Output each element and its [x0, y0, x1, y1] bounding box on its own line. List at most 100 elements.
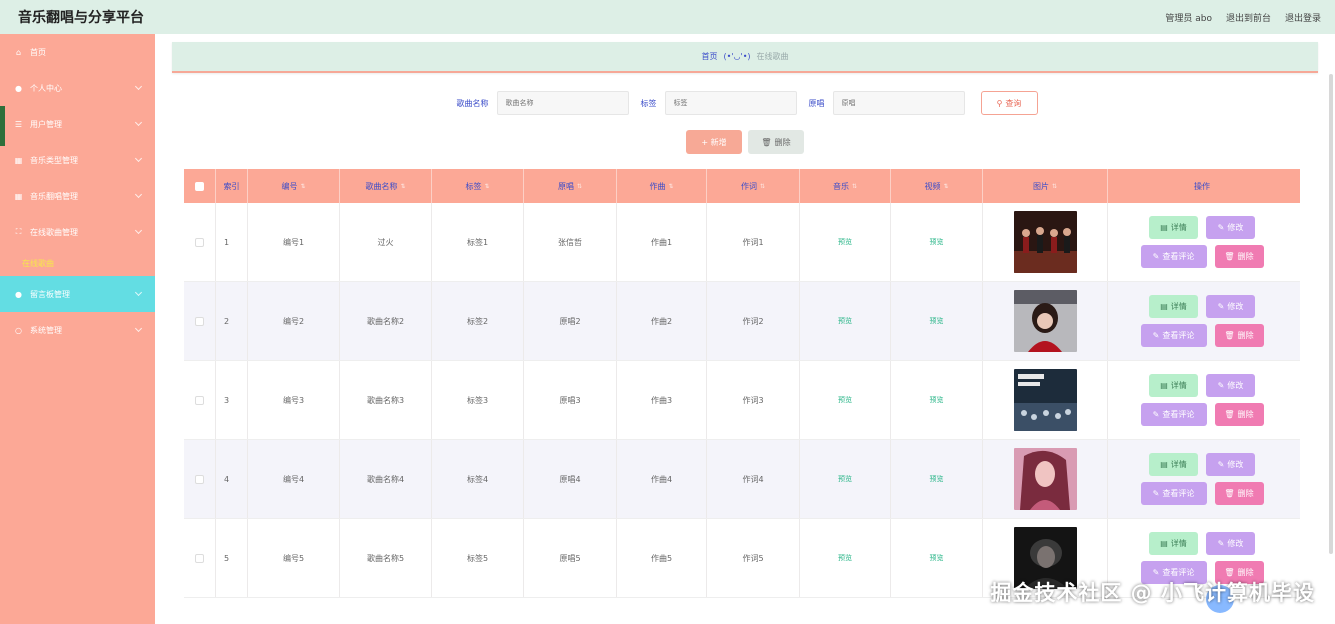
- delete-button[interactable]: 🗑 删除: [1214, 245, 1264, 268]
- trash-icon: 🗑: [1224, 410, 1235, 419]
- column-header[interactable]: 图片 ⇅: [983, 169, 1108, 203]
- sidebar-item-profile[interactable]: ● 个人中心: [0, 70, 155, 106]
- home-icon: ⌂: [15, 47, 22, 57]
- column-header[interactable]: 编号 ⇅: [248, 169, 340, 203]
- row-checkbox[interactable]: [195, 553, 204, 563]
- original-singer-input[interactable]: [832, 91, 965, 115]
- cell-tag: 标签1: [432, 203, 524, 281]
- song-cover-image[interactable]: [1013, 448, 1077, 510]
- column-header[interactable]: 标签 ⇅: [432, 169, 524, 203]
- edit-icon: ✎: [1152, 410, 1160, 419]
- sidebar-item-users[interactable]: ☰ 用户管理: [0, 106, 155, 142]
- video-preview-link[interactable]: 预览: [930, 474, 944, 484]
- music-preview-link[interactable]: 预览: [838, 474, 852, 484]
- row-checkbox[interactable]: [195, 395, 204, 405]
- music-preview-link[interactable]: 预览: [838, 395, 852, 405]
- app-title: 音乐翻唱与分享平台: [18, 10, 144, 26]
- logout-link[interactable]: 退出登录: [1285, 11, 1321, 24]
- view-comments-button[interactable]: ✎ 查看评论: [1140, 482, 1207, 505]
- column-header[interactable]: 作词 ⇅: [707, 169, 800, 203]
- tag-input[interactable]: [664, 91, 797, 115]
- cell-index: 5: [216, 519, 248, 597]
- user-icon: ●: [15, 83, 22, 93]
- edit-icon: ✎: [1152, 568, 1160, 577]
- bulk-delete-button[interactable]: 🗑 删除: [748, 130, 804, 154]
- select-all-checkbox[interactable]: [195, 181, 204, 191]
- column-header[interactable]: 视频 ⇅: [891, 169, 983, 203]
- edit-button[interactable]: ✎ 修改: [1206, 453, 1255, 476]
- song-name-input[interactable]: [496, 91, 629, 115]
- detail-button[interactable]: ▤ 详情: [1149, 374, 1198, 397]
- song-cover-image[interactable]: [1013, 211, 1077, 273]
- detail-button[interactable]: ▤ 详情: [1149, 532, 1198, 555]
- original-singer-label: 原唱: [808, 98, 825, 108]
- edit-button[interactable]: ✎ 修改: [1206, 295, 1255, 318]
- table-row: 1 编号1 过火 标签1 张信哲 作曲1 作词1 预览 预览 ▤ 详情 ✎ 修改…: [184, 203, 1300, 282]
- document-icon: ▤: [1160, 381, 1168, 390]
- column-header: 操作: [1194, 181, 1210, 191]
- cell-song-name: 过火: [340, 203, 432, 281]
- admin-label: 管理员 abo: [1165, 13, 1212, 24]
- sidebar-item-home[interactable]: ⌂ 首页: [0, 34, 155, 70]
- sidebar-item-label: 音乐类型管理: [30, 155, 78, 165]
- row-checkbox[interactable]: [195, 237, 204, 247]
- video-preview-link[interactable]: 预览: [930, 395, 944, 405]
- edit-button[interactable]: ✎ 修改: [1206, 216, 1255, 239]
- cell-operations: ▤ 详情 ✎ 修改 ✎ 查看评论 🗑 删除: [1108, 282, 1296, 360]
- table-actions: + 新增 🗑 删除: [155, 130, 1335, 154]
- delete-button[interactable]: 🗑 删除: [1214, 482, 1264, 505]
- document-icon: ▤: [1160, 223, 1168, 232]
- trash-icon: 🗑: [1224, 252, 1235, 261]
- row-checkbox[interactable]: [195, 474, 204, 484]
- cell-lyricist: 作词1: [707, 203, 800, 281]
- column-header[interactable]: 作曲 ⇅: [617, 169, 707, 203]
- detail-button[interactable]: ▤ 详情: [1149, 453, 1198, 476]
- column-header[interactable]: 歌曲名称 ⇅: [340, 169, 432, 203]
- view-comments-button[interactable]: ✎ 查看评论: [1140, 245, 1207, 268]
- song-cover-image[interactable]: [1013, 369, 1077, 431]
- cell-operations: ▤ 详情 ✎ 修改 ✎ 查看评论 🗑 删除: [1108, 361, 1296, 439]
- detail-button[interactable]: ▤ 详情: [1149, 216, 1198, 239]
- sidebar-item-label: 留言板管理: [30, 289, 70, 299]
- view-comments-button[interactable]: ✎ 查看评论: [1140, 403, 1207, 426]
- music-preview-link[interactable]: 预览: [838, 237, 852, 247]
- page-scrollbar[interactable]: [1329, 74, 1333, 554]
- music-preview-link[interactable]: 预览: [838, 553, 852, 563]
- video-preview-link[interactable]: 预览: [930, 316, 944, 326]
- edit-button[interactable]: ✎ 修改: [1206, 532, 1255, 555]
- cell-original-singer: 原唱4: [524, 440, 617, 518]
- sidebar-item-online-songs[interactable]: ⛶ 在线歌曲管理: [0, 214, 155, 250]
- row-checkbox[interactable]: [195, 316, 204, 326]
- cell-image: [983, 440, 1108, 518]
- table-row: 2 编号2 歌曲名称2 标签2 原唱2 作曲2 作词2 预览 预览 ▤ 详情 ✎…: [184, 282, 1300, 361]
- sidebar-subitem-online-songs[interactable]: 在线歌曲: [0, 250, 155, 276]
- video-preview-link[interactable]: 预览: [930, 553, 944, 563]
- column-header[interactable]: 原唱 ⇅: [524, 169, 617, 203]
- cell-tag: 标签5: [432, 519, 524, 597]
- view-comments-button[interactable]: ✎ 查看评论: [1140, 324, 1207, 347]
- edit-button[interactable]: ✎ 修改: [1206, 374, 1255, 397]
- trash-icon: 🗑: [761, 137, 772, 147]
- chevron-down-icon: [134, 288, 143, 297]
- video-preview-link[interactable]: 预览: [930, 237, 944, 247]
- add-button[interactable]: + 新增: [686, 130, 742, 154]
- document-icon: ▤: [1160, 539, 1168, 548]
- edit-icon: ✎: [1217, 460, 1225, 469]
- grid-icon: ▦: [14, 155, 23, 165]
- sidebar-item-covers[interactable]: ▦ 音乐翻唱管理: [0, 178, 155, 214]
- cell-song-name: 歌曲名称2: [340, 282, 432, 360]
- detail-button[interactable]: ▤ 详情: [1149, 295, 1198, 318]
- sidebar-item-system[interactable]: ○ 系统管理: [0, 312, 155, 348]
- cell-composer: 作曲2: [617, 282, 707, 360]
- search-button[interactable]: ⚲ 查询: [980, 91, 1038, 115]
- music-preview-link[interactable]: 预览: [838, 316, 852, 326]
- column-header[interactable]: 音乐 ⇅: [800, 169, 891, 203]
- sidebar-item-messages[interactable]: ● 留言板管理: [0, 276, 155, 312]
- song-cover-image[interactable]: [1013, 290, 1077, 352]
- sidebar-item-music-types[interactable]: ▦ 音乐类型管理: [0, 142, 155, 178]
- breadcrumb-home[interactable]: 首页: [701, 51, 717, 62]
- delete-button[interactable]: 🗑 删除: [1214, 403, 1264, 426]
- edit-icon: ✎: [1152, 331, 1160, 340]
- delete-button[interactable]: 🗑 删除: [1214, 324, 1264, 347]
- exit-to-front-link[interactable]: 退出到前台: [1226, 11, 1271, 24]
